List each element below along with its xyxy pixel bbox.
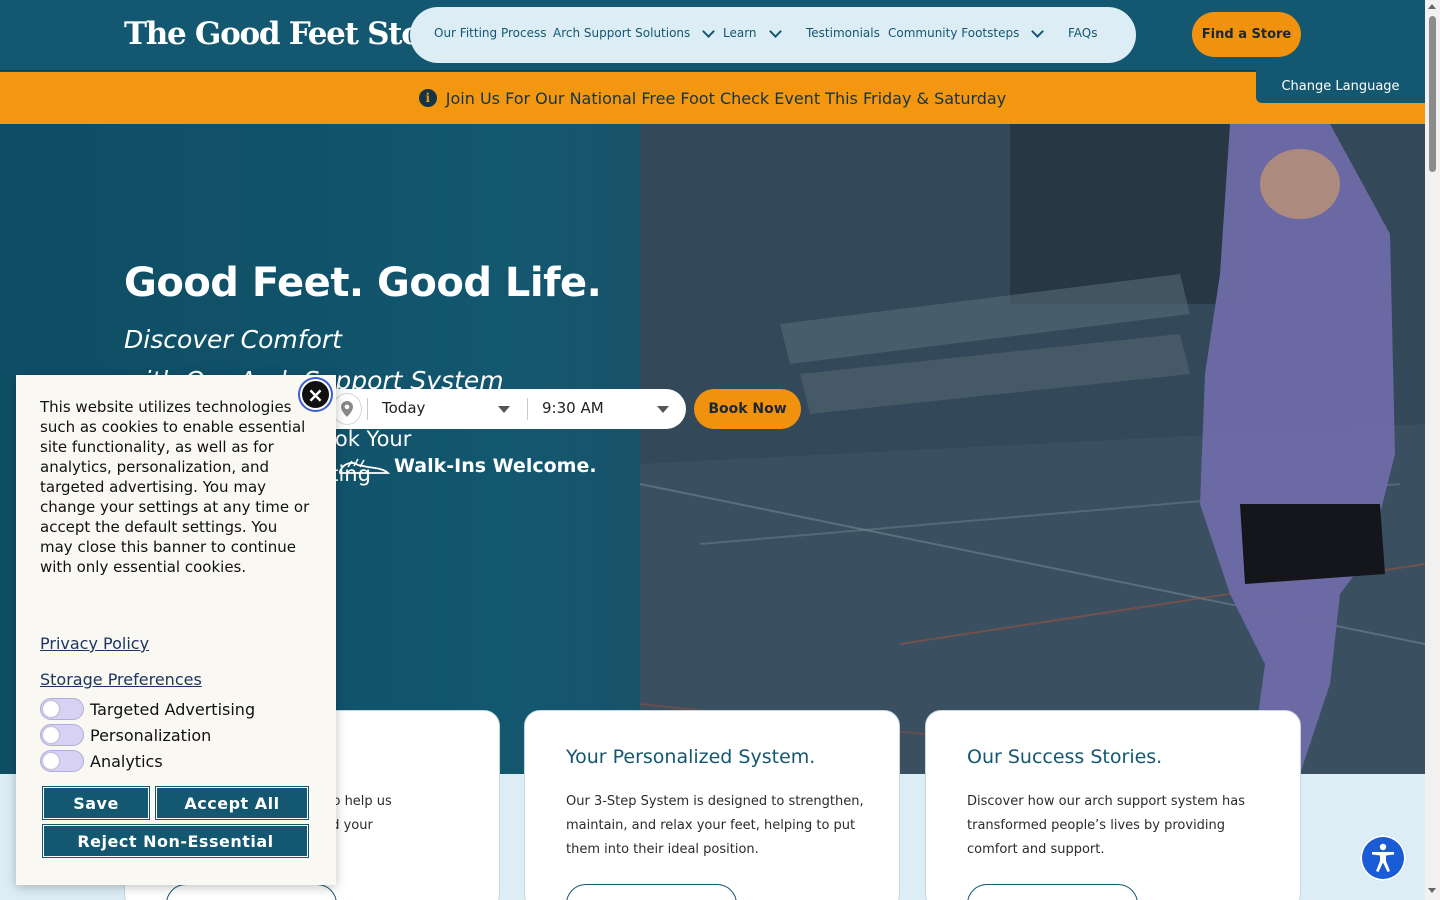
pref-personalization: Personalization: [40, 724, 211, 746]
announcement-text: Join Us For Our National Free Foot Check…: [445, 88, 1007, 108]
main-nav: Our Fitting Process Arch Support Solutio…: [410, 7, 1136, 63]
reject-non-essential-button[interactable]: Reject Non-Essential: [43, 825, 308, 857]
caret-down-icon: [498, 406, 510, 413]
toggle-analytics[interactable]: [40, 750, 84, 772]
nav-community-footsteps[interactable]: Community Footsteps: [888, 24, 1045, 40]
feature-card-personalized-system: Your Personalized System. Our 3-Step Sys…: [524, 710, 900, 900]
scrollbar-thumb[interactable]: [1429, 16, 1436, 172]
change-language-button[interactable]: Change Language: [1256, 70, 1425, 103]
cookie-message: This website utilizes technologies such …: [40, 398, 310, 576]
accept-all-button[interactable]: Accept All: [156, 787, 308, 819]
accessibility-button[interactable]: [1360, 835, 1406, 881]
nav-our-fitting-process[interactable]: Our Fitting Process: [434, 26, 546, 40]
cookie-banner: This website utilizes technologies such …: [16, 375, 336, 885]
page-scrollbar[interactable]: [1425, 0, 1440, 900]
walk-ins-badge: Walk-Ins Welcome.: [338, 455, 597, 477]
chevron-down-icon: [702, 24, 716, 38]
scroll-down-arrow-icon[interactable]: [1428, 888, 1436, 893]
nav-learn[interactable]: Learn: [723, 24, 782, 40]
shoe-icon: [339, 458, 390, 474]
announcement-bar[interactable]: i Join Us For Our National Free Foot Che…: [0, 72, 1425, 124]
card-button[interactable]: [566, 884, 737, 900]
privacy-policy-link[interactable]: Privacy Policy: [40, 634, 149, 653]
toggle-targeted-advertising[interactable]: [40, 698, 84, 720]
card-button[interactable]: [967, 884, 1138, 900]
site-header: The Good Feet Store® Our Fitting Process…: [0, 0, 1425, 71]
card-title: Your Personalized System.: [566, 746, 816, 768]
scroll-up-arrow-icon[interactable]: [1428, 4, 1436, 9]
chevron-down-icon: [1031, 24, 1045, 38]
nav-arch-support-solutions[interactable]: Arch Support Solutions: [553, 24, 716, 40]
divider: [527, 398, 528, 420]
caret-down-icon: [657, 406, 669, 413]
location-pin-icon[interactable]: [332, 393, 362, 425]
storage-preferences-link[interactable]: Storage Preferences: [40, 670, 202, 689]
divider: [367, 398, 368, 420]
pref-analytics: Analytics: [40, 750, 163, 772]
pref-targeted-advertising: Targeted Advertising: [40, 698, 255, 720]
find-store-button[interactable]: Find a Store: [1192, 12, 1301, 57]
accessibility-icon: [1372, 843, 1394, 872]
info-icon: i: [418, 89, 437, 107]
card-text: Our 3-Step System is designed to strengt…: [566, 794, 864, 857]
nav-testimonials[interactable]: Testimonials: [806, 26, 880, 40]
card-text: Discover how our arch support system has…: [967, 794, 1245, 857]
hero-title: Good Feet. Good Life.: [124, 260, 602, 306]
time-select[interactable]: 9:30 AM: [542, 399, 604, 417]
feature-card-success-stories: Our Success Stories. Discover how our ar…: [925, 710, 1301, 900]
chevron-down-icon: [768, 24, 782, 38]
card-button[interactable]: [166, 884, 337, 900]
book-now-button[interactable]: Book Now: [694, 389, 801, 429]
nav-faqs[interactable]: FAQs: [1068, 26, 1098, 40]
save-button[interactable]: Save: [43, 787, 149, 819]
card-title: Our Success Stories.: [967, 746, 1163, 768]
date-select[interactable]: Today: [382, 399, 425, 417]
toggle-personalization[interactable]: [40, 724, 84, 746]
close-icon[interactable]: ×: [300, 379, 331, 410]
